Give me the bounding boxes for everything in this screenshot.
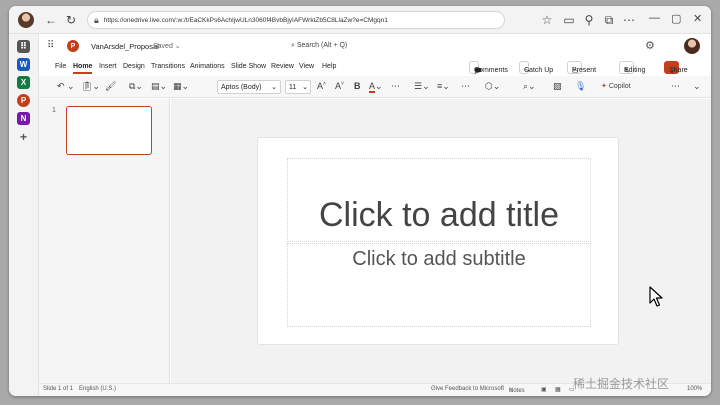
tab-review[interactable]: Review xyxy=(271,63,294,70)
catch-up-button[interactable]: ⤳ Catch Up xyxy=(519,61,553,74)
subtitle-placeholder[interactable]: Click to add subtitle xyxy=(287,243,591,327)
browser-toolbar: ← ↻ 🔒︎ https://onedrive.live.com/:w:/t/E… xyxy=(9,6,711,34)
back-arrow-icon[interactable]: ← xyxy=(43,12,59,28)
collections-icon[interactable]: ⧉ xyxy=(601,12,617,28)
bold-icon[interactable]: B xyxy=(354,81,361,91)
paste-icon[interactable]: 📋︎⌄ xyxy=(81,81,100,92)
comments-button[interactable]: 🗩︎ Comments xyxy=(469,61,508,75)
address-url: https://onedrive.live.com/:w:/t/EaCKkPs6… xyxy=(103,16,388,24)
file-name[interactable]: VanArsdel_Proposal xyxy=(91,42,159,51)
tab-animations[interactable]: Animations xyxy=(190,63,225,70)
slide[interactable]: Click to add title Click to add subtitle xyxy=(257,137,619,345)
font-name-select[interactable]: Aptos (Body) ⌄ xyxy=(217,80,281,94)
dictate-icon[interactable]: 🎙︎ xyxy=(575,81,586,92)
word-app-icon[interactable]: W xyxy=(17,58,30,71)
new-slide-icon[interactable]: ⧉⌄ xyxy=(129,81,143,92)
format-painter-icon[interactable]: 🖌︎ xyxy=(105,81,116,92)
save-status[interactable]: Saved ⌄ xyxy=(153,42,181,50)
slide-counter: Slide 1 of 1 xyxy=(43,386,74,392)
edge-sidebar: ⠿ W X P N + xyxy=(9,34,39,396)
powerpoint-app-icon[interactable]: P xyxy=(17,94,30,107)
font-color-icon[interactable]: A⌄ xyxy=(369,81,383,93)
slide-number: 1 xyxy=(52,107,56,114)
app-grid-icon[interactable]: ⠿ xyxy=(17,40,30,53)
home-toolbar: ↶ ⌄ 📋︎⌄ 🖌︎ ⧉⌄ ▤⌄ ▦⌄ Aptos (Body) ⌄ 11 ⌄ A˄… xyxy=(39,76,711,98)
minimize-icon[interactable]: — xyxy=(649,12,660,24)
profile-avatar[interactable] xyxy=(18,12,34,28)
favorites-star-icon[interactable]: ☆ xyxy=(539,12,555,28)
tab-view[interactable]: View xyxy=(299,63,314,70)
undo-icon[interactable]: ↶ ⌄ xyxy=(57,81,75,92)
more-commands-icon[interactable]: ⋯ xyxy=(671,81,680,92)
powerpoint-logo-icon: P xyxy=(67,40,79,52)
share-button[interactable]: ⇪ Share ⌄ xyxy=(664,61,688,75)
chevron-down-icon: ⌄ xyxy=(302,84,308,91)
subtitle-placeholder-text: Click to add subtitle xyxy=(352,248,526,270)
address-bar[interactable]: 🔒︎ https://onedrive.live.com/:w:/t/EaCKk… xyxy=(87,11,505,29)
excel-app-icon[interactable]: X xyxy=(17,76,30,89)
copilot-button[interactable]: ✦ Copilot xyxy=(601,82,631,90)
more-options-icon[interactable]: ⋯ xyxy=(621,12,637,28)
decrease-font-icon[interactable]: A˅ xyxy=(335,81,344,91)
language-indicator[interactable]: English (U.S.) xyxy=(79,386,116,392)
maximize-icon[interactable]: ▢ xyxy=(671,12,681,25)
font-size-select[interactable]: 11 ⌄ xyxy=(285,80,311,94)
editing-mode-button[interactable]: ✎ Editing ⌄ xyxy=(619,61,645,75)
tab-help[interactable]: Help xyxy=(322,63,336,70)
settings-gear-icon[interactable]: ⚙ xyxy=(645,39,655,52)
split-screen-icon[interactable]: ▭ xyxy=(561,12,577,28)
sorter-view-icon[interactable]: ▦ xyxy=(555,386,561,393)
ribbon-expand-icon[interactable]: ⌄ xyxy=(693,81,701,92)
bullets-icon[interactable]: ☰⌄ xyxy=(414,81,430,92)
chevron-down-icon: ⌄ xyxy=(271,84,277,91)
account-avatar[interactable] xyxy=(684,38,700,54)
layout-icon[interactable]: ▤⌄ xyxy=(151,81,167,92)
feedback-link[interactable]: Give Feedback to Microsoft xyxy=(431,386,504,392)
title-placeholder-text: Click to add title xyxy=(319,196,559,234)
watermark-text: 稀土掘金技术社区 xyxy=(573,377,670,391)
align-icon[interactable]: ≡⌄ xyxy=(437,81,450,92)
mouse-cursor-icon xyxy=(649,286,663,307)
find-icon[interactable]: ⌕⌄ xyxy=(523,81,536,92)
zoom-level[interactable]: 100% xyxy=(687,386,702,392)
app-header: ⠿ P VanArsdel_Proposal Saved ⌄ ⌕ Search … xyxy=(39,34,711,58)
tab-file[interactable]: File xyxy=(55,63,66,70)
normal-view-icon[interactable]: ▣ xyxy=(541,386,547,393)
tab-design[interactable]: Design xyxy=(123,63,145,70)
more-font-options-icon[interactable]: ⋯ xyxy=(391,81,400,92)
section-icon[interactable]: ▦⌄ xyxy=(173,81,189,92)
more-paragraph-icon[interactable]: ⋯ xyxy=(461,81,470,92)
slide-canvas: Click to add title Click to add subtitle xyxy=(171,99,711,383)
app-launcher-icon[interactable]: ⠿ xyxy=(47,40,54,51)
close-icon[interactable]: ✕ xyxy=(693,12,702,25)
tab-insert[interactable]: Insert xyxy=(99,63,117,70)
present-button[interactable]: ▭ Present ⌄ xyxy=(567,61,596,75)
tab-transitions[interactable]: Transitions xyxy=(151,63,185,70)
ribbon-tabs: File Home Insert Design Transitions Anim… xyxy=(39,58,711,76)
lock-icon: 🔒︎ xyxy=(94,14,99,25)
title-placeholder[interactable]: Click to add title xyxy=(287,158,591,242)
increase-font-icon[interactable]: A˄ xyxy=(317,81,326,91)
search-box[interactable]: ⌕ Search (Alt + Q) xyxy=(291,42,347,50)
copilot-icon: ✦ xyxy=(601,83,609,90)
add-app-icon[interactable]: + xyxy=(17,130,30,144)
browser-window: ← ↻ 🔒︎ https://onedrive.live.com/:w:/t/E… xyxy=(9,6,711,396)
slide-thumbnails-pane: 1 xyxy=(39,99,170,383)
tab-slide-show[interactable]: Slide Show xyxy=(231,63,266,70)
extensions-icon[interactable]: ⚲ xyxy=(581,12,597,28)
onenote-app-icon[interactable]: N xyxy=(17,112,30,125)
slide-thumbnail[interactable] xyxy=(66,106,152,155)
designer-icon[interactable]: ▧ xyxy=(553,81,562,92)
shapes-icon[interactable]: ⬡⌄ xyxy=(485,81,500,92)
tab-home[interactable]: Home xyxy=(73,63,93,74)
refresh-icon[interactable]: ↻ xyxy=(63,12,79,28)
